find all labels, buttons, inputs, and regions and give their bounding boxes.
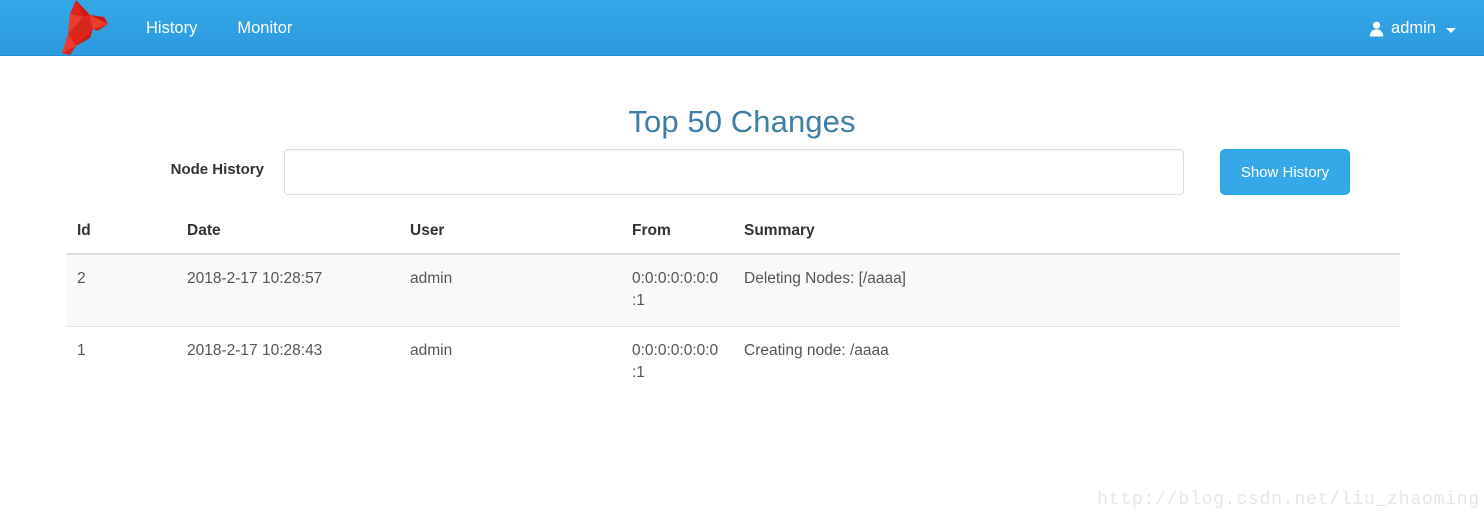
cell-from: 0:0:0:0:0:0:0:1 <box>621 325 733 398</box>
nav-link-monitor[interactable]: Monitor <box>231 0 298 56</box>
show-history-button[interactable]: Show History <box>1220 149 1350 195</box>
cell-date: 2018-2-17 10:28:43 <box>176 325 399 398</box>
history-table: Id Date User From Summary 2 2018-2-17 10… <box>66 214 1400 398</box>
table-row[interactable]: 2 2018-2-17 10:28:57 admin 0:0:0:0:0:0:0… <box>66 253 1400 327</box>
cell-from: 0:0:0:0:0:0:0:1 <box>621 253 733 327</box>
watermark: http://blog.csdn.net/liu_zhaoming <box>1097 490 1480 510</box>
nav-links: History Monitor <box>140 0 298 56</box>
cell-summary: Deleting Nodes: [/aaaa] <box>733 253 1400 327</box>
column-header-user: User <box>399 214 621 255</box>
cell-user: admin <box>399 325 621 398</box>
cell-user: admin <box>399 253 621 327</box>
top-navbar: History Monitor admin <box>0 0 1484 56</box>
page-title: Top 50 Changes <box>628 104 856 139</box>
nav-link-history[interactable]: History <box>140 0 203 56</box>
user-icon <box>1369 21 1384 37</box>
table-body: 2 2018-2-17 10:28:57 admin 0:0:0:0:0:0:0… <box>66 253 1400 398</box>
cell-summary: Creating node: /aaaa <box>733 325 1400 398</box>
column-header-from: From <box>621 214 733 255</box>
table-header-row: Id Date User From Summary <box>66 214 1400 255</box>
table-header: Id Date User From Summary <box>66 214 1400 255</box>
chevron-down-icon <box>1446 27 1456 33</box>
user-menu[interactable]: admin <box>1369 0 1456 56</box>
cell-id: 2 <box>66 253 176 327</box>
column-header-summary: Summary <box>733 214 1400 255</box>
column-header-date: Date <box>176 214 399 255</box>
zookeeper-bird-logo-icon[interactable] <box>46 0 122 58</box>
node-history-form: Node History Show History <box>0 149 1484 195</box>
user-menu-label: admin <box>1391 18 1436 37</box>
node-history-label: Node History <box>170 161 264 178</box>
table-row[interactable]: 1 2018-2-17 10:28:43 admin 0:0:0:0:0:0:0… <box>66 325 1400 398</box>
column-header-id: Id <box>66 214 176 255</box>
history-table-container: Id Date User From Summary 2 2018-2-17 10… <box>66 214 1400 398</box>
cell-date: 2018-2-17 10:28:57 <box>176 253 399 327</box>
node-history-input[interactable] <box>284 149 1184 195</box>
cell-id: 1 <box>66 325 176 398</box>
